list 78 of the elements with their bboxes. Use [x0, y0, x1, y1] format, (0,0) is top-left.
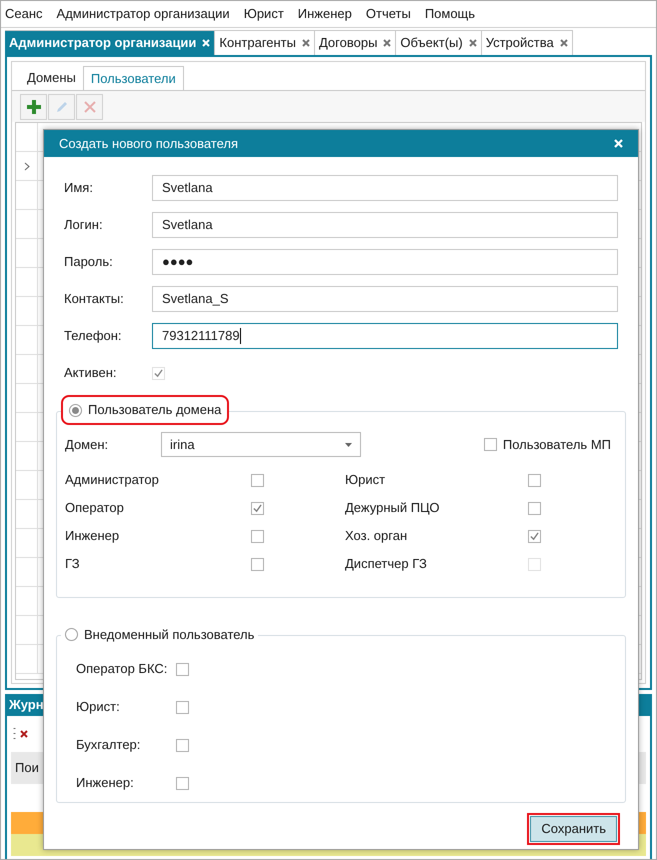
tab-label: Договоры: [318, 34, 378, 52]
chevron-right-icon[interactable]: [24, 162, 30, 170]
checkbox[interactable]: [528, 502, 541, 514]
radio-option[interactable]: Внедоменный пользователь: [61, 625, 258, 644]
check-icon: [253, 504, 262, 512]
radio-button[interactable]: [69, 404, 82, 416]
checkbox[interactable]: [484, 438, 497, 451]
field-label: Логин:: [64, 216, 104, 234]
save-button[interactable]: Сохранить: [530, 816, 617, 842]
radio-button[interactable]: [65, 628, 78, 642]
checkbox-label: Оператор БКС:: [76, 660, 168, 678]
checkbox[interactable]: [176, 700, 189, 714]
checkbox[interactable]: [251, 558, 264, 570]
menu-item[interactable]: Инженер: [298, 4, 352, 24]
tab[interactable]: Домены: [20, 66, 83, 90]
checkbox-label: Инженер:: [76, 774, 135, 792]
checkbox-label: Инженер: [65, 527, 120, 546]
checkbox[interactable]: [251, 530, 264, 542]
menu-item[interactable]: Отчеты: [366, 4, 411, 24]
column-header: Пои: [15, 759, 39, 778]
field-label: Домен:: [65, 436, 110, 454]
checkbox[interactable]: [528, 530, 541, 542]
checkbox-label: Юрист: [345, 471, 386, 490]
tab[interactable]: Контрагенты: [215, 30, 315, 55]
toolbar-button[interactable]: [20, 94, 47, 120]
checkbox-label: Дежурный ПЦО: [345, 499, 440, 518]
close-icon[interactable]: [560, 39, 568, 47]
input-field[interactable]: 79312111789: [152, 323, 618, 349]
tab-label: Объект(ы): [400, 34, 463, 52]
pencil-icon: [54, 100, 68, 114]
input-field[interactable]: Svetlana: [152, 175, 618, 201]
delete-icon[interactable]: [20, 730, 28, 738]
radio-option[interactable]: Пользователь домена: [61, 395, 230, 425]
tab[interactable]: Объект(ы): [396, 30, 482, 55]
checkbox-label: Диспетчер ГЗ: [345, 555, 428, 574]
checkbox[interactable]: [176, 738, 189, 752]
input-field[interactable]: Svetlana: [152, 212, 618, 238]
field-label: Имя:: [64, 179, 94, 198]
checkbox-label: Юрист:: [76, 698, 121, 716]
delete-icon: [82, 100, 96, 114]
close-icon[interactable]: [302, 39, 310, 47]
field-label: Пароль:: [64, 253, 114, 272]
check-icon: [530, 532, 539, 540]
tab[interactable]: Договоры: [314, 30, 396, 55]
dialog-title: Создать нового пользователя: [59, 134, 238, 153]
tab[interactable]: Пользователи: [82, 66, 184, 90]
checkbox-label: Бухгалтер:: [76, 736, 142, 754]
dropdown[interactable]: irina: [161, 432, 361, 457]
close-icon[interactable]: [468, 39, 477, 47]
checkbox[interactable]: [176, 776, 189, 790]
menu-item[interactable]: Сеанс: [5, 4, 43, 24]
tab[interactable]: Администратор организации: [5, 30, 216, 55]
checkbox[interactable]: [528, 474, 541, 486]
checkbox[interactable]: [251, 474, 264, 486]
plus-icon: [26, 100, 40, 114]
check-icon: [154, 368, 163, 378]
field-label: Активен:: [64, 364, 118, 382]
menu-item[interactable]: Помощь: [424, 4, 476, 24]
caret-icon: [345, 442, 352, 446]
field-label: Контакты:: [64, 290, 125, 308]
checkbox-label: Администратор: [65, 471, 160, 490]
panel-title: Журн: [9, 696, 44, 714]
field-label: Телефон:: [64, 327, 123, 346]
tab[interactable]: Устройства: [482, 30, 573, 55]
tab-label: Администратор организации: [9, 34, 196, 52]
menu-item[interactable]: Администратор организации: [56, 4, 230, 24]
tab-label: Устройства: [486, 34, 554, 52]
checkbox[interactable]: [251, 502, 264, 514]
input-field[interactable]: ●●●●: [152, 249, 618, 275]
checkbox[interactable]: [176, 662, 189, 676]
tab-label: Контрагенты: [219, 34, 296, 52]
checkbox-label: Пользователь МП: [502, 436, 611, 454]
menu-item[interactable]: Юрист: [244, 4, 284, 24]
checkbox-label: Хоз. орган: [345, 527, 408, 546]
checkbox-label: Оператор: [65, 499, 125, 518]
close-icon[interactable]: [383, 39, 392, 47]
checkbox-label: ГЗ: [65, 555, 81, 574]
input-field[interactable]: Svetlana_S: [152, 286, 618, 312]
